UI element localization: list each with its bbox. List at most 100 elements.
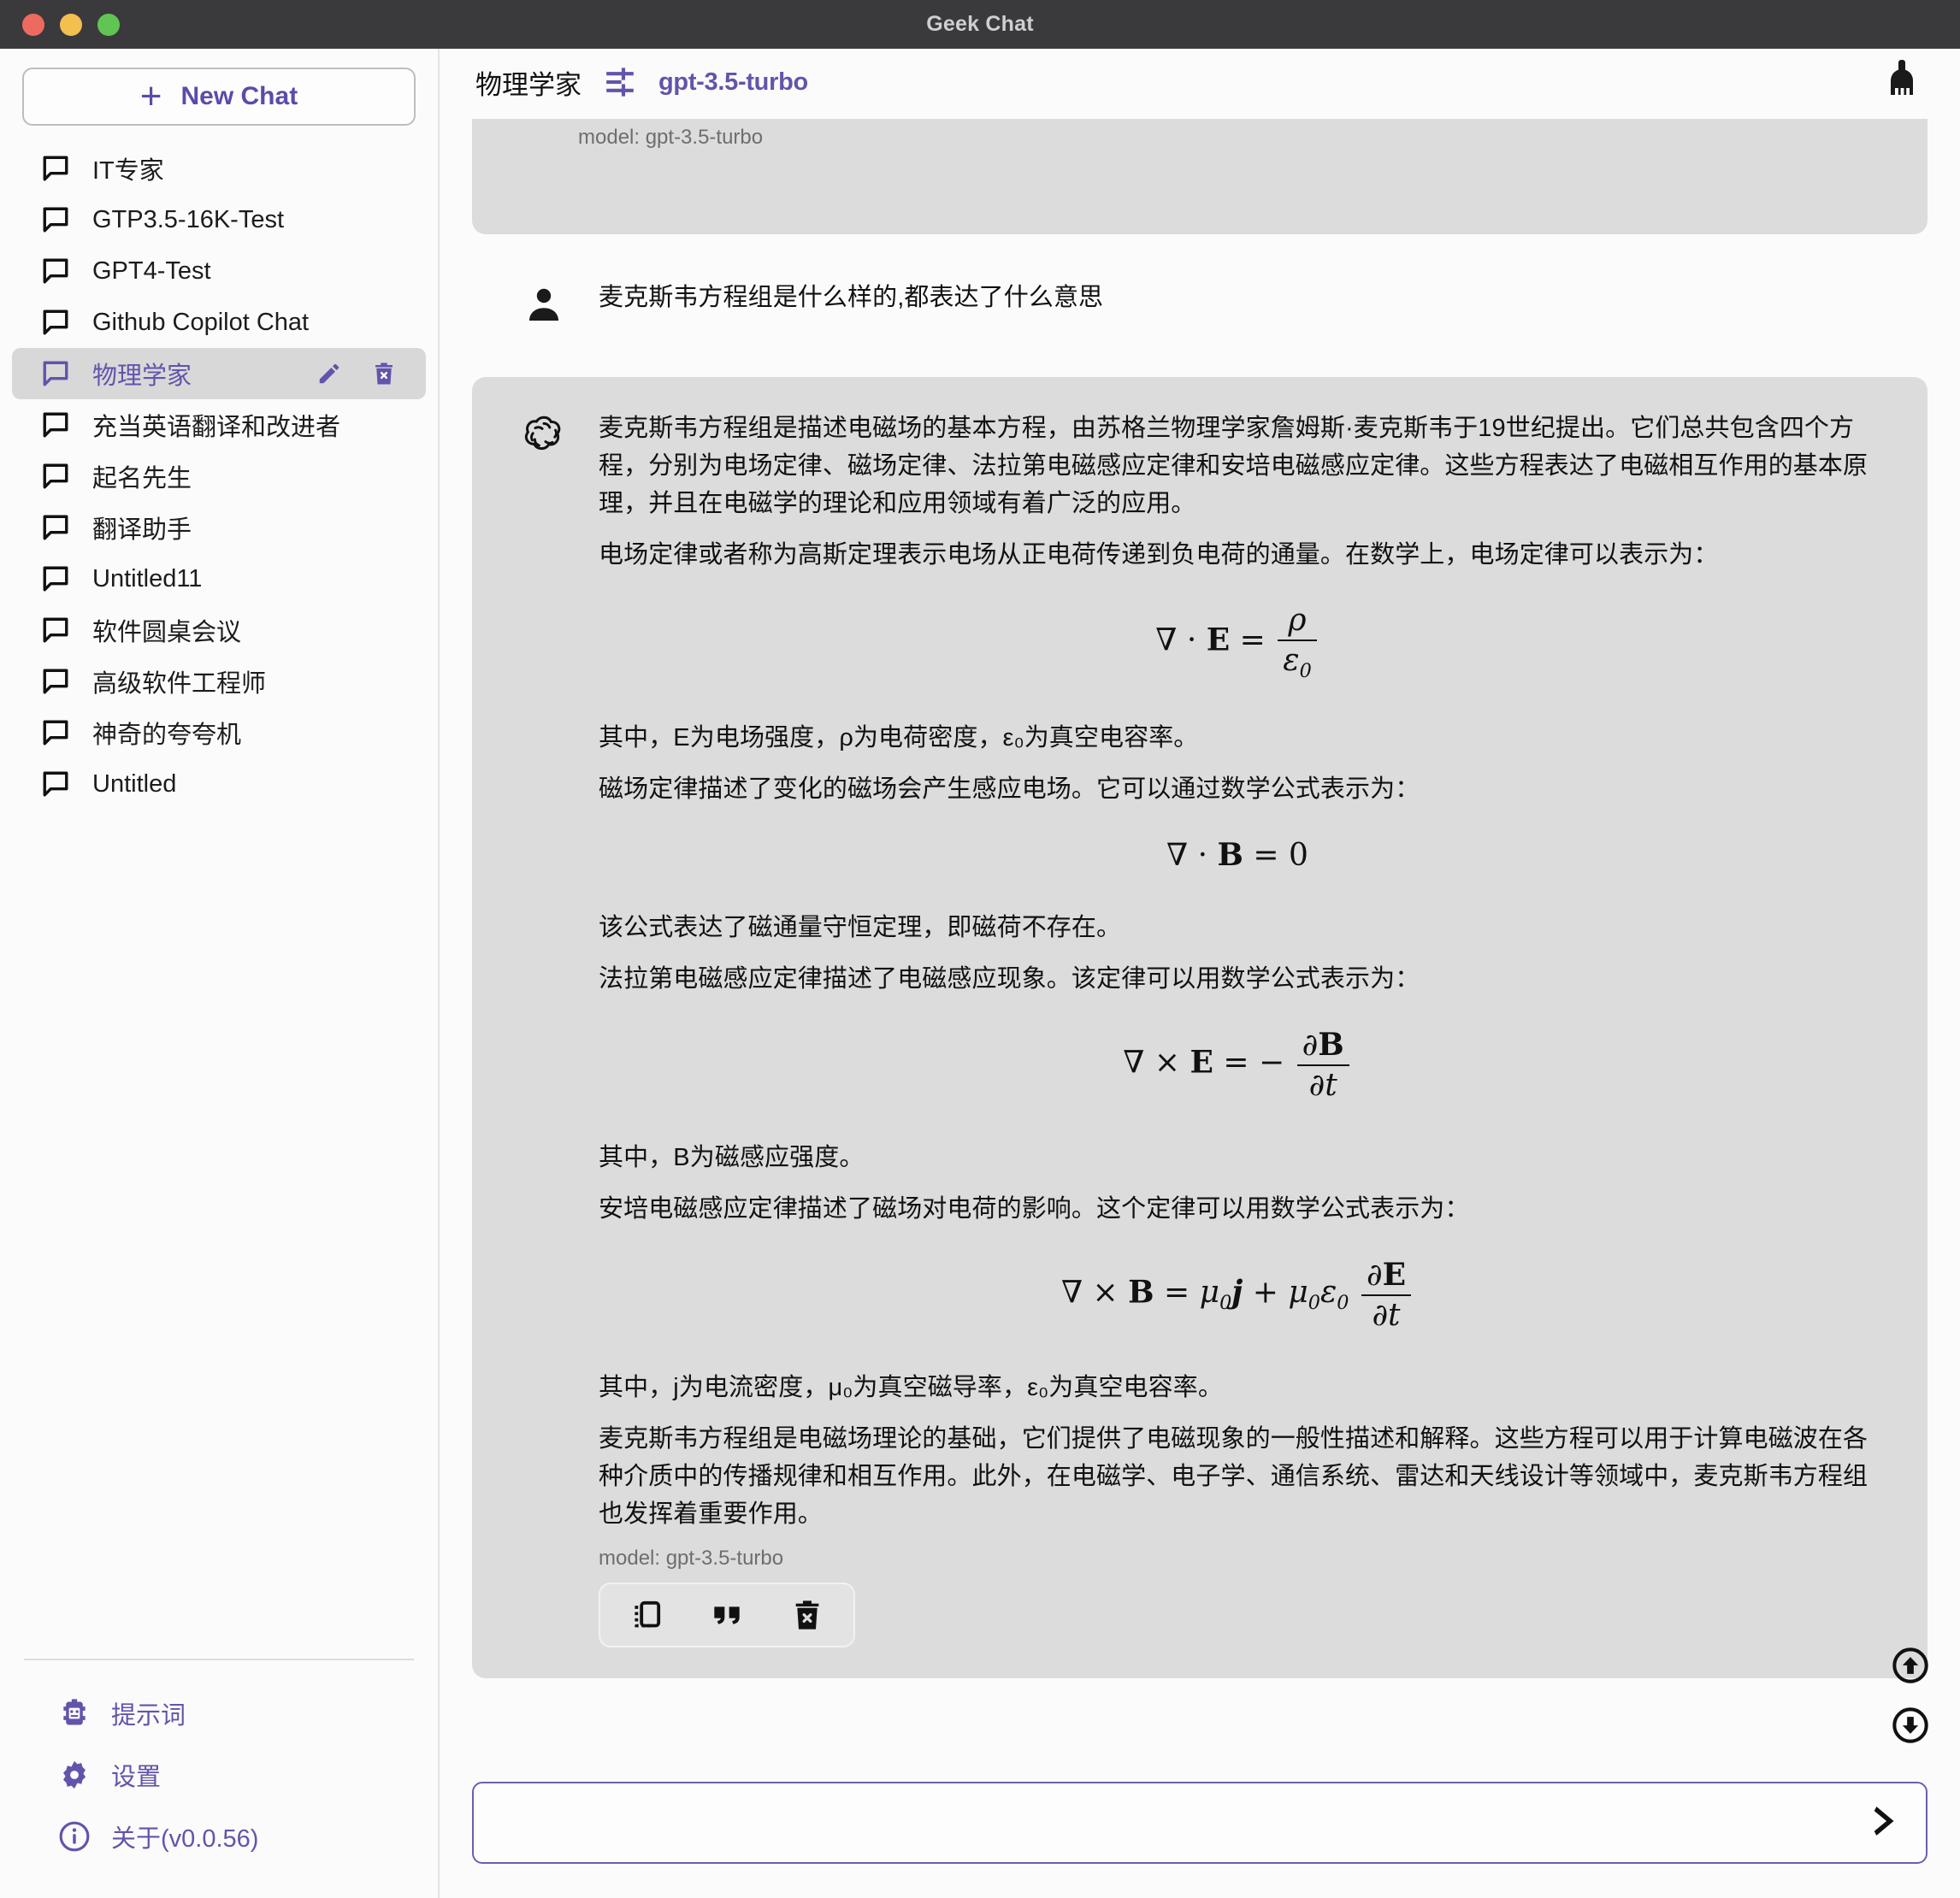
- assistant-paragraph: 其中，E为电场强度，ρ为电荷密度，ε₀为真空电容率。: [599, 719, 1876, 757]
- sidebar-item-label: 软件圆桌会议: [92, 612, 241, 648]
- sidebar-item-untitled[interactable]: Untitled: [0, 758, 438, 810]
- avatar: [523, 410, 564, 1647]
- chat-bubble-icon: [41, 308, 70, 337]
- chat-bubble-icon: [41, 462, 70, 491]
- assistant-paragraph: 其中，B为磁感应强度。: [599, 1139, 1876, 1176]
- chat-bubble-icon: [41, 359, 70, 388]
- avatar: [523, 279, 564, 329]
- send-button[interactable]: [1849, 1801, 1904, 1845]
- message-user: 麦克斯韦方程组是什么样的,都表达了什么意思: [472, 234, 1928, 377]
- sidebar-prompts-label: 提示词: [111, 1695, 186, 1731]
- formula-ampere-maxwell-law: ∇ × B = μ0j + μ0ε0 ∂E∂t: [599, 1257, 1876, 1333]
- sidebar-item-label: IT专家: [92, 150, 164, 186]
- sidebar-item-untitled11[interactable]: Untitled11: [0, 553, 438, 604]
- sidebar-item-label: Github Copilot Chat: [92, 309, 309, 337]
- model-note: model: gpt-3.5-turbo: [578, 126, 1876, 150]
- sidebar-item-gpt4-test[interactable]: GPT4-Test: [0, 245, 438, 297]
- formula-gauss-law-magnetic: ∇ · B = 0: [599, 837, 1876, 873]
- message-input[interactable]: [496, 1793, 1849, 1853]
- sidebar-item-physicist[interactable]: 物理学家: [12, 348, 426, 399]
- main-panel: 物理学家 gpt-3.5-turbo: [440, 49, 1960, 1898]
- sidebar-item-github-copilot-chat[interactable]: Github Copilot Chat: [0, 297, 438, 348]
- sidebar-settings-button[interactable]: 设置: [24, 1744, 414, 1806]
- send-arrow-icon: [1864, 1801, 1904, 1841]
- sidebar-about-label: 关于(v0.0.56): [111, 1818, 258, 1854]
- sidebar-item-english-translator[interactable]: 充当英语翻译和改进者: [0, 399, 438, 451]
- sidebar-item-gtp35-16k-test[interactable]: GTP3.5-16K-Test: [0, 194, 438, 245]
- sidebar-item-label: 物理学家: [92, 356, 192, 392]
- sidebar-item-label: 神奇的夸夸机: [92, 715, 241, 751]
- sidebar-item-it-expert[interactable]: IT专家: [0, 143, 438, 194]
- sidebar-item-label: GTP3.5-16K-Test: [92, 206, 284, 234]
- chat-bubble-icon: [41, 667, 70, 696]
- formula-faraday-law: ∇ × E = − ∂B∂t: [599, 1027, 1876, 1103]
- composer: [440, 1759, 1960, 1898]
- app-body: + New Chat IT专家 GTP3.5-16K-Test GPT4-Tes…: [0, 49, 1960, 1898]
- page-title: 物理学家: [475, 63, 582, 102]
- sidebar-row-actions: [316, 361, 407, 386]
- chat-bubble-icon: [41, 564, 70, 593]
- sidebar-item-senior-software-engineer[interactable]: 高级软件工程师: [0, 656, 438, 707]
- chat-bubble-icon: [41, 205, 70, 234]
- robot-icon: [58, 1697, 91, 1730]
- chat-bubble-icon: [41, 513, 70, 542]
- composer-box[interactable]: [472, 1782, 1928, 1864]
- assistant-paragraph: 磁场定律描述了变化的磁场会产生感应电场。它可以通过数学公式表示为：: [599, 770, 1876, 808]
- sidebar-item-translation-assistant[interactable]: 翻译助手: [0, 502, 438, 553]
- conversation-header: 物理学家 gpt-3.5-turbo: [440, 49, 1960, 100]
- broom-icon: [1881, 57, 1922, 98]
- sidebar-item-naming-mr[interactable]: 起名先生: [0, 451, 438, 502]
- chat-bubble-icon: [41, 154, 70, 183]
- trash-x-icon[interactable]: [371, 361, 397, 386]
- quote-icon[interactable]: [710, 1598, 744, 1632]
- sidebar-item-label: GPT4-Test: [92, 257, 211, 286]
- sidebar-prompts-button[interactable]: 提示词: [24, 1683, 414, 1744]
- chat-list[interactable]: IT专家 GTP3.5-16K-Test GPT4-Test Github Co…: [0, 139, 438, 1659]
- assistant-paragraph: 电场定律或者称为高斯定理表示电场从正电荷传递到负电荷的通量。在数学上，电场定律可…: [599, 536, 1876, 574]
- copy-icon[interactable]: [629, 1598, 664, 1632]
- clear-conversation-button[interactable]: [1881, 57, 1922, 103]
- chat-bubble-icon: [41, 410, 70, 439]
- sidebar-item-label: Untitled: [92, 770, 176, 799]
- sidebar-item-label: 起名先生: [92, 458, 192, 494]
- chat-bubble-icon: [41, 256, 70, 286]
- sidebar-item-label: Untitled11: [92, 565, 202, 593]
- formula-gauss-law-electric: ∇ · E = ρε0: [599, 603, 1876, 682]
- model-note: model: gpt-3.5-turbo: [599, 1547, 1876, 1571]
- chat-bubble-icon: [41, 769, 70, 799]
- assistant-content: 麦克斯韦方程组是描述电磁场的基本方程，由苏格兰物理学家詹姆斯·麦克斯韦于19世纪…: [599, 410, 1876, 1647]
- sidebar-item-label: 翻译助手: [92, 510, 192, 545]
- app-window: Geek Chat + New Chat IT专家 GTP3.5-16K-Tes…: [0, 0, 1960, 1898]
- window-title: Geek Chat: [0, 12, 1960, 37]
- chat-bubble-icon: [41, 718, 70, 747]
- sliders-icon[interactable]: [604, 66, 636, 98]
- assistant-paragraph: 麦克斯韦方程组是电磁场理论的基础，它们提供了电磁现象的一般性描述和解释。这些方程…: [599, 1420, 1876, 1533]
- conversation-scroll-area[interactable]: model: gpt-3.5-turbo 麦克斯韦方程组是什么样的,都表达了什么…: [440, 100, 1960, 1759]
- assistant-paragraph: 麦克斯韦方程组是描述电磁场的基本方程，由苏格兰物理学家詹姆斯·麦克斯韦于19世纪…: [599, 410, 1876, 522]
- sidebar-settings-label: 设置: [111, 1757, 161, 1793]
- trash-x-icon[interactable]: [790, 1598, 824, 1632]
- user-icon: [523, 284, 564, 325]
- chat-bubble-icon: [41, 616, 70, 645]
- arrow-down-circle-icon[interactable]: [1892, 1706, 1929, 1744]
- message-action-bar: [599, 1583, 855, 1647]
- assistant-paragraph: 其中，j为电流密度，μ₀为真空磁导率，ε₀为真空电容率。: [599, 1369, 1876, 1406]
- user-message-text: 麦克斯韦方程组是什么样的,都表达了什么意思: [599, 279, 1876, 316]
- sidebar-about-button[interactable]: 关于(v0.0.56): [24, 1806, 414, 1867]
- assistant-paragraph: 法拉第电磁感应定律描述了电磁感应现象。该定律可以用数学公式表示为：: [599, 960, 1876, 998]
- new-chat-label: New Chat: [181, 82, 298, 111]
- pencil-icon[interactable]: [316, 361, 342, 386]
- sidebar-item-software-roundtable[interactable]: 软件圆桌会议: [0, 604, 438, 656]
- model-label: gpt-3.5-turbo: [658, 68, 808, 97]
- scroll-buttons: [1892, 1647, 1929, 1744]
- message-previous-partial: model: gpt-3.5-turbo: [472, 119, 1928, 234]
- message-assistant: 麦克斯韦方程组是描述电磁场的基本方程，由苏格兰物理学家詹姆斯·麦克斯韦于19世纪…: [472, 377, 1928, 1678]
- arrow-up-circle-icon[interactable]: [1892, 1647, 1929, 1684]
- sidebar-item-magic-praise-machine[interactable]: 神奇的夸夸机: [0, 707, 438, 758]
- new-chat-button[interactable]: + New Chat: [22, 68, 416, 126]
- sidebar-footer: 提示词 设置 关于(v0.0.56): [24, 1659, 414, 1898]
- openai-logo-icon: [523, 415, 564, 456]
- sidebar: + New Chat IT专家 GTP3.5-16K-Test GPT4-Tes…: [0, 49, 440, 1898]
- plus-icon: +: [140, 81, 162, 111]
- info-icon: [58, 1820, 91, 1853]
